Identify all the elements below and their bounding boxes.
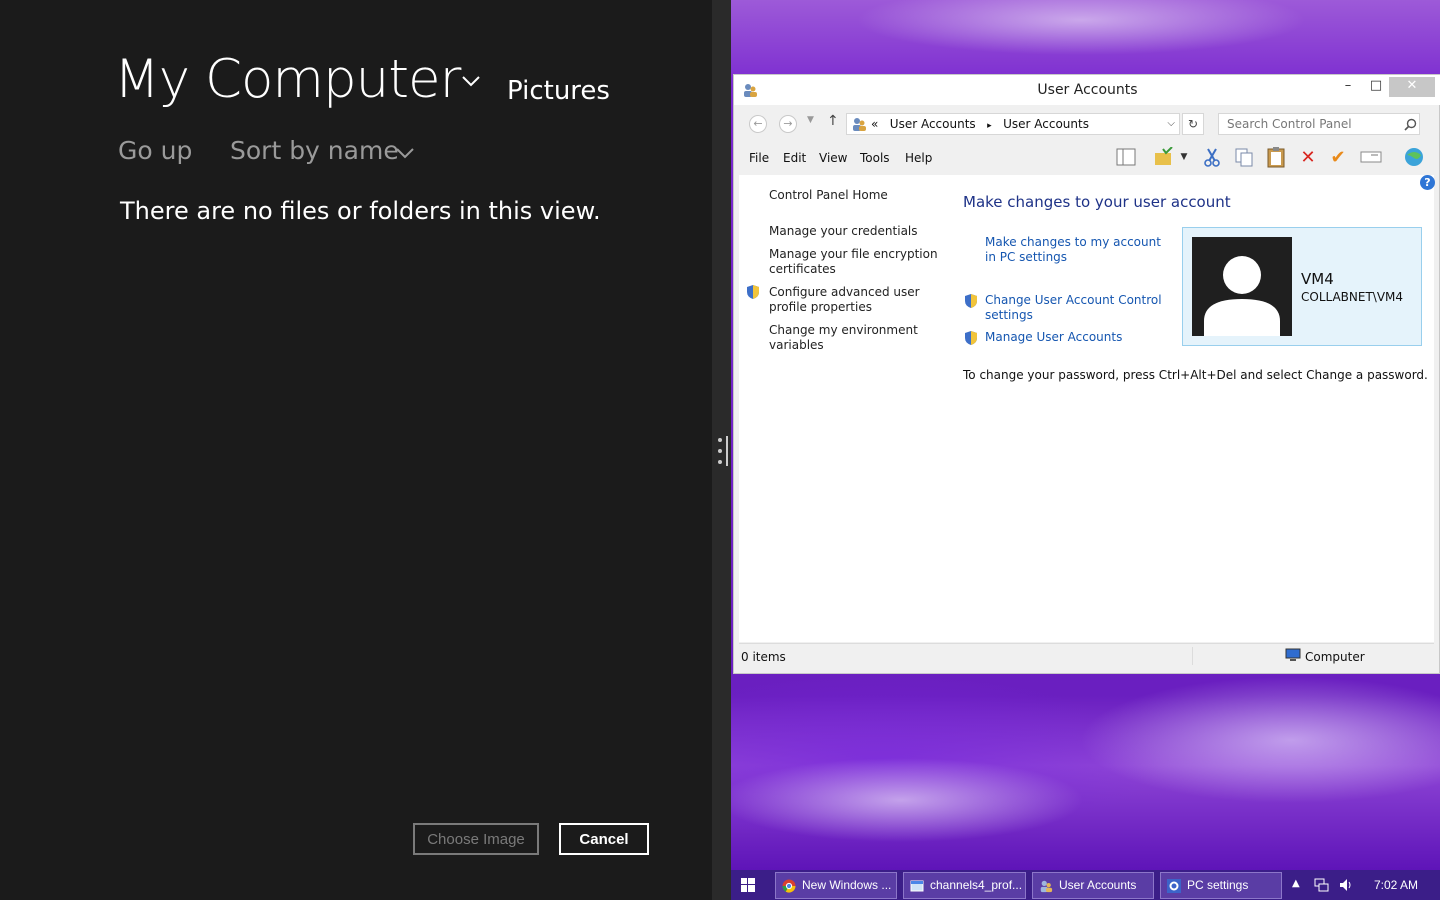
menu-view[interactable]: View <box>819 151 847 165</box>
windows-start-icon[interactable] <box>741 878 755 892</box>
go-up-button[interactable]: Go up <box>118 134 192 168</box>
taskbar-button-label: New Windows ... <box>802 878 892 892</box>
clock[interactable]: 7:02 AM <box>1374 878 1418 892</box>
users-icon <box>1040 880 1053 893</box>
help-icon[interactable]: ? <box>1420 175 1435 190</box>
forward-arrow-icon[interactable]: → <box>779 115 797 133</box>
picker-location: Pictures <box>507 76 610 106</box>
taskbar-button-label: channels4_prof... <box>930 878 1023 892</box>
title-bar[interactable]: User Accounts – □ ✕ <box>734 75 1440 105</box>
gear-icon <box>1167 879 1181 893</box>
toolbar: ▼ ✕ ✔ <box>1114 145 1434 171</box>
manage-accounts-link[interactable]: Manage User Accounts <box>985 330 1165 345</box>
shield-icon <box>965 294 977 308</box>
chrome-icon <box>782 879 796 893</box>
chevron-down-icon[interactable]: ⌵ <box>1167 114 1175 134</box>
breadcrumb: « User Accounts ▸ User Accounts <box>871 114 1089 136</box>
paste-icon[interactable] <box>1264 145 1288 169</box>
uac-settings-link[interactable]: Change User Account Control settings <box>985 293 1165 323</box>
menu-tools[interactable]: Tools <box>860 151 890 165</box>
account-name: VM4 <box>1301 270 1334 288</box>
status-location: Computer <box>1305 650 1365 664</box>
chevron-down-icon[interactable]: ▼ <box>1172 145 1196 169</box>
chevron-down-icon[interactable] <box>394 144 416 162</box>
address-bar[interactable]: « User Accounts ▸ User Accounts ⌵ <box>846 113 1180 135</box>
sidebar-item-environment-variables[interactable]: Change my environment variables <box>769 323 939 353</box>
page-title: Make changes to your user account <box>963 193 1231 211</box>
cut-icon[interactable] <box>1200 145 1224 169</box>
navigation-bar: ← → ▼ ↑ « User Accounts ▸ User Accounts … <box>734 111 1440 137</box>
menu-file[interactable]: File <box>749 151 769 165</box>
volume-icon[interactable] <box>1338 877 1354 893</box>
copy-icon[interactable] <box>1232 145 1256 169</box>
breadcrumb-item[interactable]: User Accounts <box>1003 117 1089 131</box>
search-icon[interactable] <box>1404 118 1417 131</box>
shield-icon <box>747 285 759 299</box>
breadcrumb-separator[interactable]: ▸ <box>987 121 992 131</box>
delete-icon[interactable]: ✕ <box>1296 145 1320 169</box>
taskbar: New Windows ... channels4_prof... User A… <box>731 870 1440 900</box>
users-icon <box>853 118 866 131</box>
taskbar-button-image[interactable]: channels4_prof... <box>903 872 1026 899</box>
taskbar-button-chrome[interactable]: New Windows ... <box>775 872 897 899</box>
rename-icon[interactable] <box>1359 145 1383 169</box>
item-count: 0 items <box>741 650 786 664</box>
sidebar-item-credentials[interactable]: Manage your credentials <box>769 224 939 239</box>
sort-button[interactable]: Sort by name <box>230 134 399 168</box>
computer-icon <box>1285 648 1301 661</box>
maximize-button[interactable]: □ <box>1362 77 1390 97</box>
search-input[interactable]: Search Control Panel <box>1218 113 1420 135</box>
sidebar: Control Panel Home Manage your credentia… <box>739 175 944 642</box>
layout-pane-icon[interactable] <box>1114 145 1138 169</box>
splitter-grip-icon[interactable] <box>717 436 729 466</box>
taskbar-button-label: PC settings <box>1187 878 1249 892</box>
sidebar-item-file-encryption[interactable]: Manage your file encryption certificates <box>769 247 939 277</box>
image-window-icon <box>910 880 924 892</box>
show-hidden-icons-icon[interactable]: ▲ <box>1292 878 1300 889</box>
breadcrumb-item[interactable]: User Accounts <box>890 117 976 131</box>
up-arrow-icon[interactable]: ↑ <box>827 113 839 129</box>
cancel-button[interactable]: Cancel <box>559 823 649 855</box>
sidebar-item-control-panel-home[interactable]: Control Panel Home <box>769 188 939 203</box>
status-bar: 0 items Computer <box>739 643 1434 667</box>
menu-help[interactable]: Help <box>905 151 932 165</box>
chevron-down-icon[interactable] <box>460 72 482 90</box>
properties-check-icon[interactable]: ✔ <box>1326 145 1350 169</box>
user-accounts-window: User Accounts – □ ✕ ← → ▼ ↑ « User Accou… <box>733 74 1440 674</box>
taskbar-button-pc-settings[interactable]: PC settings <box>1160 872 1282 899</box>
status-divider <box>1192 647 1193 665</box>
pc-settings-link[interactable]: Make changes to my account in PC setting… <box>985 235 1165 265</box>
recent-locations-icon[interactable]: ▼ <box>807 115 814 125</box>
minimize-button[interactable]: – <box>1334 77 1362 97</box>
choose-image-button[interactable]: Choose Image <box>413 823 539 855</box>
breadcrumb-overflow[interactable]: « <box>871 117 878 131</box>
back-arrow-icon[interactable]: ← <box>749 115 767 133</box>
account-tile: VM4 COLLABNET\VM4 <box>1182 227 1422 346</box>
shield-icon <box>965 331 977 345</box>
menu-edit[interactable]: Edit <box>783 151 806 165</box>
network-icon[interactable] <box>1313 877 1329 893</box>
close-button[interactable]: ✕ <box>1389 77 1435 97</box>
avatar <box>1192 237 1292 336</box>
file-picker: My Computer Pictures Go up Sort by name … <box>0 0 712 900</box>
password-note: To change your password, press Ctrl+Alt+… <box>963 368 1428 382</box>
picker-title[interactable]: My Computer <box>114 48 461 112</box>
sidebar-item-profile-properties[interactable]: Configure advanced user profile properti… <box>769 285 939 315</box>
taskbar-button-user-accounts[interactable]: User Accounts <box>1032 872 1154 899</box>
refresh-icon[interactable]: ↻ <box>1182 113 1204 135</box>
internet-globe-icon[interactable] <box>1402 145 1426 169</box>
taskbar-button-label: User Accounts <box>1059 878 1137 892</box>
account-domain: COLLABNET\VM4 <box>1301 290 1404 304</box>
empty-message: There are no files or folders in this vi… <box>120 197 601 225</box>
content-area: Control Panel Home Manage your credentia… <box>739 175 1435 642</box>
